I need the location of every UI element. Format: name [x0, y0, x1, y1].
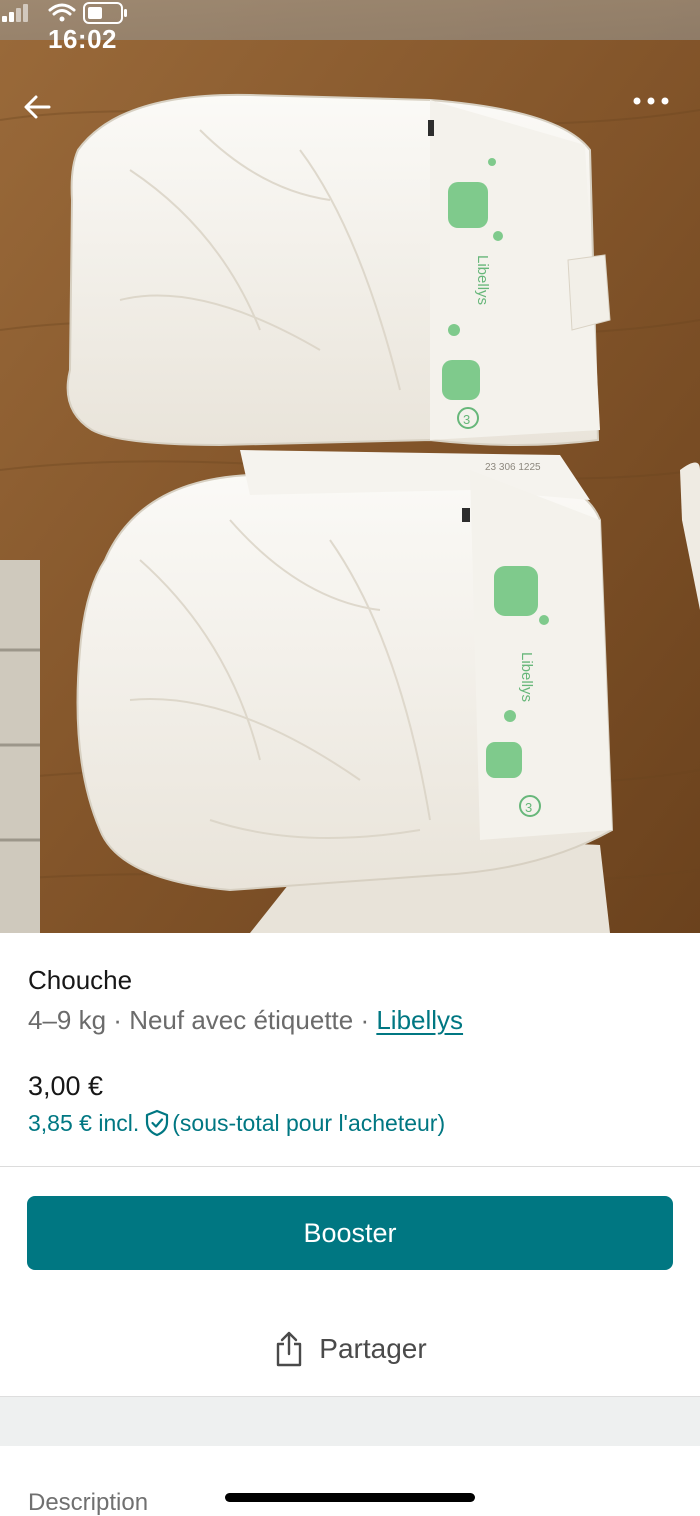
- item-meta: 4–9 kg · Neuf avec étiquette · Libellys: [28, 1005, 463, 1036]
- share-icon: [277, 1331, 302, 1367]
- item-title: Chouche: [28, 965, 133, 995]
- buyer-price-info[interactable]: 3,85 € incl. (sous-total pour l'acheteur…: [28, 1109, 445, 1137]
- more-horizontal-icon: [633, 97, 669, 105]
- back-button[interactable]: [22, 92, 70, 140]
- arrow-left-icon: [24, 95, 51, 119]
- svg-text:23 306 1225: 23 306 1225: [485, 462, 541, 473]
- battery-icon: [83, 2, 127, 24]
- share-button[interactable]: Partager: [0, 1318, 700, 1380]
- cellular-signal-icon: [2, 4, 28, 22]
- status-icons: [2, 2, 127, 24]
- item-detail-screen: Libellys 3 23 306 1225 Libellys 3 16:02 …: [0, 0, 700, 1516]
- diapers-photo-illustration: Libellys 3 23 306 1225 Libellys 3: [0, 0, 700, 933]
- buyer-price-amount: 3,85 € incl.: [28, 1109, 140, 1136]
- svg-text:3: 3: [525, 800, 532, 815]
- item-price: 3,00 €: [28, 1071, 104, 1101]
- item-condition: Neuf avec étiquette: [129, 1005, 354, 1035]
- meta-separator: ·: [106, 1005, 130, 1035]
- wifi-icon: [48, 3, 76, 22]
- buyer-price-note: (sous-total pour l'acheteur): [172, 1109, 446, 1136]
- status-time: 16:02: [48, 24, 117, 54]
- home-indicator[interactable]: [225, 1493, 475, 1502]
- item-size: 4–9 kg: [28, 1005, 107, 1035]
- meta-separator: ·: [353, 1005, 377, 1035]
- section-separator: [0, 1396, 700, 1446]
- share-label: Partager: [319, 1333, 427, 1364]
- svg-text:3: 3: [463, 412, 470, 427]
- shield-check-icon: [146, 1109, 169, 1137]
- description-heading: Description: [28, 1489, 149, 1516]
- item-photo[interactable]: Libellys 3 23 306 1225 Libellys 3 16:02: [0, 0, 700, 933]
- more-options-button[interactable]: [632, 96, 682, 140]
- svg-text:Libellys: Libellys: [518, 652, 535, 702]
- booster-button[interactable]: Booster: [27, 1196, 673, 1270]
- divider: [0, 1166, 700, 1167]
- brand-link[interactable]: Libellys: [376, 1005, 463, 1035]
- svg-text:Libellys: Libellys: [474, 255, 491, 305]
